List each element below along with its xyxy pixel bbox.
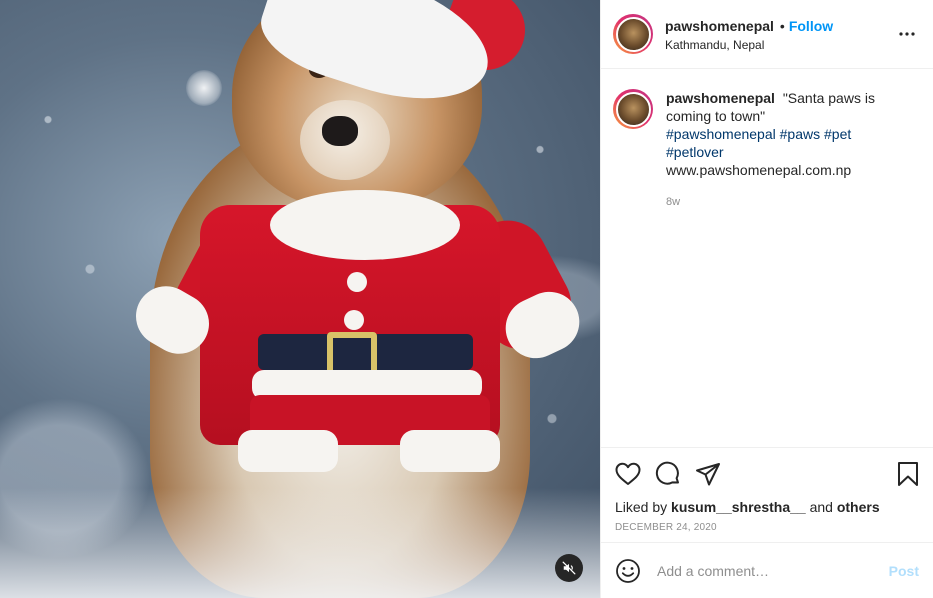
caption-time-ago[interactable]: 8w xyxy=(666,193,881,211)
hashtag-link[interactable]: #pawshomenepal xyxy=(666,126,776,142)
caption-story-ring[interactable] xyxy=(613,89,653,129)
comments-area: pawshomenepal "Santa paws is coming to t… xyxy=(601,69,933,447)
caption-username[interactable]: pawshomenepal xyxy=(666,90,775,106)
comment-input[interactable] xyxy=(657,562,889,579)
bookmark-icon xyxy=(898,462,918,486)
comment-button[interactable] xyxy=(655,454,695,494)
more-options-button[interactable] xyxy=(895,22,919,46)
post-side-panel: pawshomenepal • Follow Kathmandu, Nepal xyxy=(600,0,933,598)
likes-prefix: Liked by xyxy=(615,499,668,515)
more-options-icon xyxy=(899,32,915,36)
post-media-video[interactable] xyxy=(0,0,600,598)
caption-body: pawshomenepal "Santa paws is coming to t… xyxy=(666,89,881,211)
heart-icon xyxy=(615,462,641,485)
header-username-row: pawshomenepal • Follow xyxy=(665,17,895,35)
emoji-button[interactable] xyxy=(615,557,643,585)
save-button[interactable] xyxy=(879,454,919,494)
mute-toggle-button[interactable] xyxy=(555,554,583,582)
location-link[interactable]: Kathmandu, Nepal xyxy=(665,38,895,52)
emoji-icon xyxy=(616,558,640,583)
likes-others-link[interactable]: others xyxy=(837,499,880,515)
caption-avatar xyxy=(615,91,651,127)
caption-website: www.pawshomenepal.com.np xyxy=(666,162,852,178)
story-ring[interactable] xyxy=(613,14,653,54)
hashtag-list: #pawshomenepal #paws #pet #petlover xyxy=(666,125,881,161)
likes-joiner: and xyxy=(809,499,833,515)
post-header: pawshomenepal • Follow Kathmandu, Nepal xyxy=(601,0,933,69)
header-text: pawshomenepal • Follow Kathmandu, Nepal xyxy=(665,17,895,52)
avatar xyxy=(615,16,651,52)
post-date[interactable]: DECEMBER 24, 2020 xyxy=(615,522,919,533)
hashtag-link[interactable]: #pet xyxy=(824,126,851,142)
volume-mute-icon xyxy=(562,561,576,575)
add-comment-bar: Post xyxy=(601,542,933,598)
likes-summary: Liked by kusum__shrestha__ and others xyxy=(615,498,919,516)
header-username[interactable]: pawshomenepal xyxy=(665,17,774,35)
liked-by-user-link[interactable]: kusum__shrestha__ xyxy=(671,499,806,515)
follow-button[interactable]: Follow xyxy=(789,17,833,35)
post-actions: Liked by kusum__shrestha__ and others DE… xyxy=(601,447,933,542)
post-comment-button[interactable]: Post xyxy=(889,563,919,579)
hashtag-link[interactable]: #paws xyxy=(780,126,820,142)
action-icons-row xyxy=(615,448,919,498)
share-button[interactable] xyxy=(695,454,735,494)
post-dialog: pawshomenepal • Follow Kathmandu, Nepal xyxy=(0,0,933,598)
hashtag-link[interactable]: #petlover xyxy=(666,144,724,160)
separator-dot: • xyxy=(779,17,785,34)
snow-ground xyxy=(0,488,600,598)
comment-icon xyxy=(655,461,679,485)
send-icon xyxy=(696,463,720,486)
caption: pawshomenepal "Santa paws is coming to t… xyxy=(613,89,919,211)
like-button[interactable] xyxy=(615,454,655,494)
